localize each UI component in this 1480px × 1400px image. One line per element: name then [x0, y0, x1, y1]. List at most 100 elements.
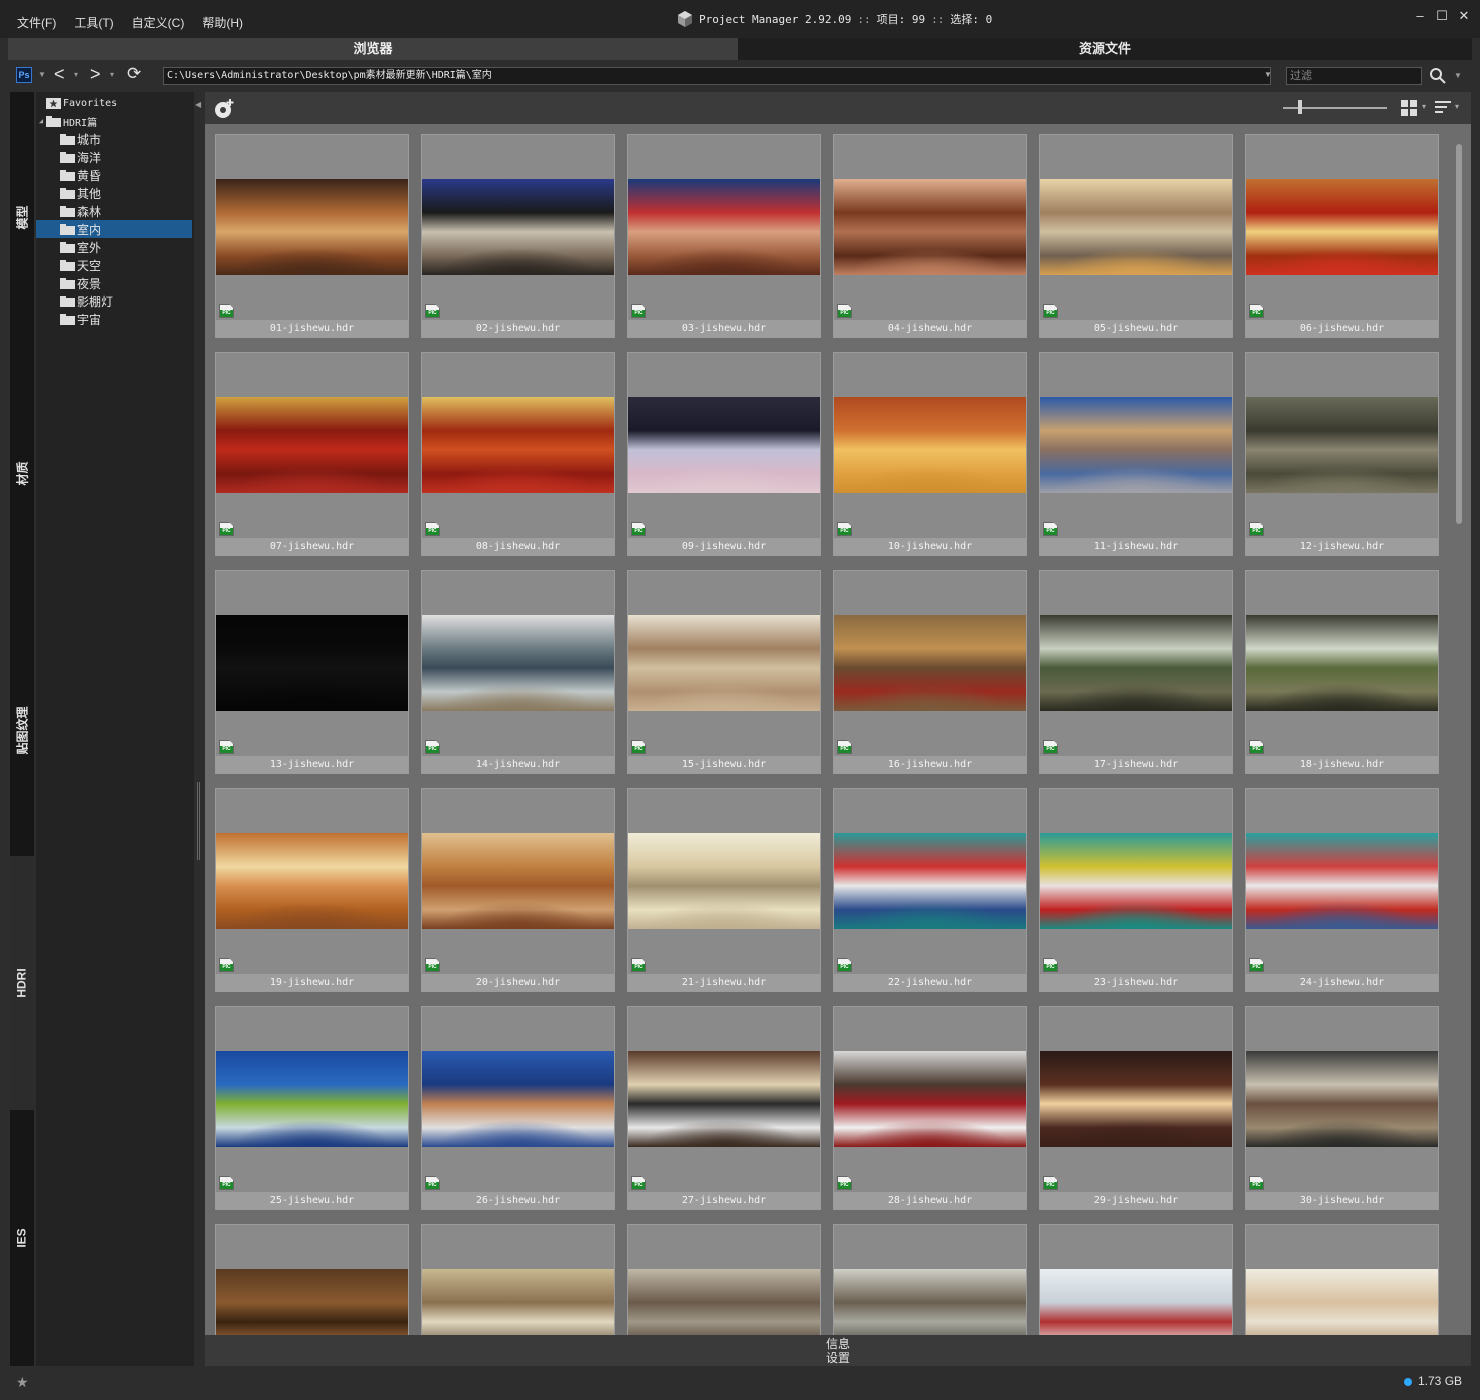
side-tab-material[interactable]: 材质	[10, 342, 34, 604]
splitter-grip[interactable]	[197, 782, 200, 860]
hdri-thumbnail-image[interactable]	[216, 1051, 408, 1147]
thumbnail-card[interactable]: PIC 29-jishewu.hdr	[1039, 1006, 1233, 1210]
hdri-thumbnail-image[interactable]	[216, 397, 408, 493]
tree-item-folder[interactable]: 宇宙	[36, 310, 192, 328]
thumbnail-card[interactable]: PIC 19-jishewu.hdr	[215, 788, 409, 992]
hdri-thumbnail-image[interactable]	[1040, 1051, 1232, 1147]
expand-triangle-icon[interactable]: ◢	[36, 117, 46, 125]
add-item-icon[interactable]	[213, 98, 235, 120]
tree-item-folder[interactable]: 森林	[36, 202, 192, 220]
chevron-down-icon[interactable]: ▼	[1454, 71, 1462, 80]
hdri-thumbnail-image[interactable]	[422, 615, 614, 711]
hdri-thumbnail-image[interactable]	[216, 833, 408, 929]
refresh-icon[interactable]: ⟳	[127, 64, 141, 84]
thumbnail-card[interactable]: PIC33-jishewu.hdr	[627, 1224, 821, 1335]
tab-browser[interactable]: 浏览器	[8, 38, 738, 60]
chevron-down-icon[interactable]: ▼	[1264, 70, 1272, 79]
thumbnail-card[interactable]: PIC 15-jishewu.hdr	[627, 570, 821, 774]
side-tab-ies[interactable]: IES	[10, 1110, 34, 1366]
info-label[interactable]: 信息	[205, 1337, 1471, 1351]
thumbnail-card[interactable]: PIC 25-jishewu.hdr	[215, 1006, 409, 1210]
side-tab-hdri[interactable]: HDRI	[10, 856, 34, 1110]
tree-item-folder[interactable]: 城市	[36, 130, 192, 148]
thumbnail-card[interactable]: PIC 13-jishewu.hdr	[215, 570, 409, 774]
hdri-thumbnail-image[interactable]	[422, 1269, 614, 1335]
menu-tools[interactable]: 工具(T)	[65, 14, 122, 31]
hdri-thumbnail-image[interactable]	[834, 1051, 1026, 1147]
thumbnail-card[interactable]: PIC 24-jishewu.hdr	[1245, 788, 1439, 992]
hdri-thumbnail-image[interactable]	[216, 615, 408, 711]
scrollbar-thumb[interactable]	[1456, 144, 1462, 524]
side-tab-model[interactable]: 模型	[10, 92, 34, 342]
tab-assets[interactable]: 资源文件	[738, 38, 1472, 60]
back-arrow-icon[interactable]: <	[54, 64, 65, 85]
thumbnail-card[interactable]: PIC 23-jishewu.hdr	[1039, 788, 1233, 992]
hdri-thumbnail-image[interactable]	[628, 397, 820, 493]
thumbnail-card[interactable]: PIC 02-jishewu.hdr	[421, 134, 615, 338]
maximize-button[interactable]: ☐	[1434, 8, 1450, 24]
slider-handle[interactable]	[1298, 100, 1302, 114]
search-icon[interactable]	[1429, 67, 1447, 85]
hdri-thumbnail-image[interactable]	[1246, 1051, 1438, 1147]
hdri-thumbnail-image[interactable]	[422, 179, 614, 275]
forward-arrow-icon[interactable]: >	[90, 64, 101, 85]
hdri-thumbnail-image[interactable]	[422, 833, 614, 929]
filter-input[interactable]: 过滤	[1286, 67, 1422, 85]
hdri-thumbnail-image[interactable]	[834, 833, 1026, 929]
tree-item-folder[interactable]: 其他	[36, 184, 192, 202]
hdri-thumbnail-image[interactable]	[1246, 615, 1438, 711]
thumbnail-card[interactable]: PIC 20-jishewu.hdr	[421, 788, 615, 992]
hdri-thumbnail-image[interactable]	[422, 397, 614, 493]
hdri-thumbnail-image[interactable]	[216, 179, 408, 275]
hdri-thumbnail-image[interactable]	[628, 1269, 820, 1335]
tree-item-folder[interactable]: 夜景	[36, 274, 192, 292]
tree-item-hdri[interactable]: ◢ HDRI篇	[36, 112, 192, 130]
photoshop-icon[interactable]: Ps	[16, 67, 32, 83]
hdri-thumbnail-image[interactable]	[1040, 1269, 1232, 1335]
chevron-down-icon[interactable]: ▼	[38, 70, 46, 79]
hdri-thumbnail-image[interactable]	[834, 1269, 1026, 1335]
chevron-down-icon[interactable]: ▾	[110, 70, 114, 79]
chevron-down-icon[interactable]: ▾	[1455, 102, 1459, 111]
thumbnail-card[interactable]: PIC36-jishewu.hdr	[1245, 1224, 1439, 1335]
thumbnail-card[interactable]: PIC34-jishewu.hdr	[833, 1224, 1027, 1335]
thumbnail-card[interactable]: PIC 09-jishewu.hdr	[627, 352, 821, 556]
settings-label[interactable]: 设置	[205, 1351, 1471, 1365]
sort-icon[interactable]	[1435, 100, 1451, 116]
menu-customize[interactable]: 自定义(C)	[123, 14, 194, 31]
menu-file[interactable]: 文件(F)	[8, 14, 65, 31]
menu-help[interactable]: 帮助(H)	[193, 14, 252, 31]
tree-item-folder[interactable]: 天空	[36, 256, 192, 274]
thumbnail-card[interactable]: PIC 21-jishewu.hdr	[627, 788, 821, 992]
hdri-thumbnail-image[interactable]	[834, 397, 1026, 493]
thumbnail-card[interactable]: PIC35-jishewu.hdr	[1039, 1224, 1233, 1335]
hdri-thumbnail-image[interactable]	[422, 1051, 614, 1147]
thumbnail-card[interactable]: PIC 05-jishewu.hdr	[1039, 134, 1233, 338]
thumbnail-card[interactable]: PIC 12-jishewu.hdr	[1245, 352, 1439, 556]
hdri-thumbnail-image[interactable]	[1246, 397, 1438, 493]
thumbnail-card[interactable]: PIC 11-jishewu.hdr	[1039, 352, 1233, 556]
thumbnail-card[interactable]: PIC 30-jishewu.hdr	[1245, 1006, 1439, 1210]
thumbnail-card[interactable]: PIC 04-jishewu.hdr	[833, 134, 1027, 338]
thumbnail-card[interactable]: PIC 14-jishewu.hdr	[421, 570, 615, 774]
hdri-thumbnail-image[interactable]	[834, 615, 1026, 711]
hdri-thumbnail-image[interactable]	[628, 615, 820, 711]
hdri-thumbnail-image[interactable]	[216, 1269, 408, 1335]
hdri-thumbnail-image[interactable]	[1040, 833, 1232, 929]
thumbnail-card[interactable]: PIC 06-jishewu.hdr	[1245, 134, 1439, 338]
thumbnail-card[interactable]: PIC 22-jishewu.hdr	[833, 788, 1027, 992]
hdri-thumbnail-image[interactable]	[1040, 179, 1232, 275]
tree-item-folder[interactable]: 黄昏	[36, 166, 192, 184]
side-tab-texture[interactable]: 贴图纹理	[10, 604, 34, 856]
thumbnail-card[interactable]: PIC 28-jishewu.hdr	[833, 1006, 1027, 1210]
thumbnail-card[interactable]: PIC 08-jishewu.hdr	[421, 352, 615, 556]
thumbnail-card[interactable]: PIC 10-jishewu.hdr	[833, 352, 1027, 556]
tree-item-folder[interactable]: 影棚灯	[36, 292, 192, 310]
thumbnail-card[interactable]: PIC 16-jishewu.hdr	[833, 570, 1027, 774]
hdri-thumbnail-image[interactable]	[834, 179, 1026, 275]
thumbnail-card[interactable]: PIC 01-jishewu.hdr	[215, 134, 409, 338]
tree-favorites[interactable]: Favorites	[36, 94, 192, 112]
hdri-thumbnail-image[interactable]	[628, 179, 820, 275]
chevron-down-icon[interactable]: ▾	[74, 70, 78, 79]
thumbnail-card[interactable]: PIC32-jishewu.hdr	[421, 1224, 615, 1335]
